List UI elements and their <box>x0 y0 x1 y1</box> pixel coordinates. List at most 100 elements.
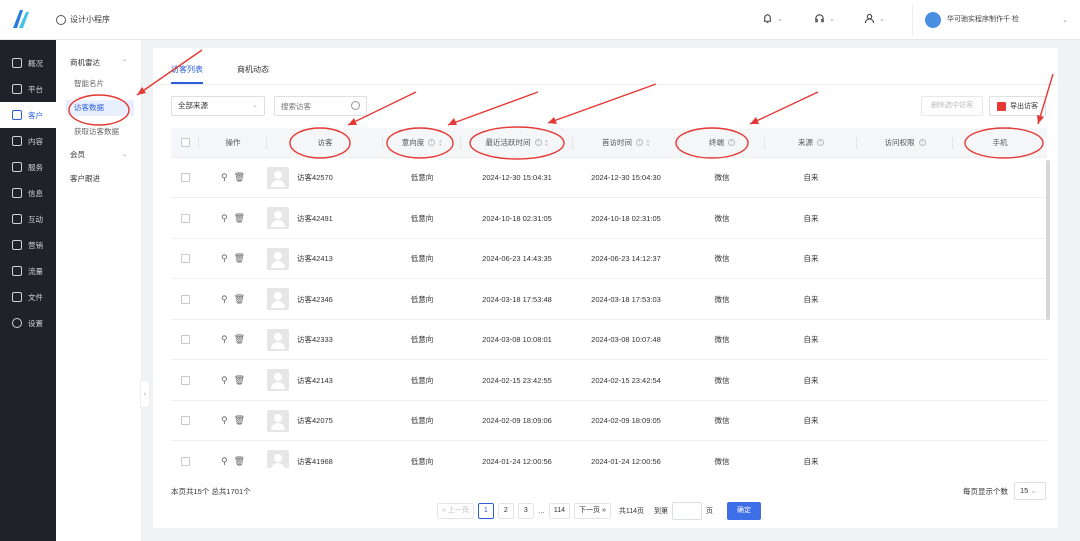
delete-icon[interactable]: 🗑︎ <box>234 334 245 345</box>
nav-item-overview[interactable]: 概况 <box>0 50 56 76</box>
col-intent[interactable]: 意向度 i ▲ ▼ <box>383 128 461 157</box>
delete-icon[interactable]: 🗑︎ <box>234 213 245 224</box>
page-button[interactable]: 114 <box>548 503 571 519</box>
nav-item-traffic[interactable]: 流量 <box>0 258 56 284</box>
view-icon[interactable]: ⚲ <box>221 253 228 264</box>
visitor-name[interactable]: 访客42333 <box>297 334 333 345</box>
visitor-name[interactable]: 访客42075 <box>297 415 333 426</box>
confirm-button[interactable]: 确定 <box>727 502 762 520</box>
view-icon[interactable]: ⚲ <box>221 375 228 386</box>
visitor-name[interactable]: 访客42491 <box>297 213 333 224</box>
delete-icon[interactable]: 🗑︎ <box>234 172 245 183</box>
main-card: 访客列表 商机动态 全部来源⌄ 删除选中访客 导出访客 操作 访客 意向度i▲▼… <box>153 48 1058 528</box>
tab-opportunity[interactable]: 商机动态 <box>237 58 269 84</box>
search-icon[interactable] <box>351 101 360 110</box>
nav-item-interact[interactable]: 互动 <box>0 206 56 232</box>
app-title[interactable]: 设计小程序 <box>56 14 110 25</box>
delete-icon[interactable]: 🗑︎ <box>234 253 245 264</box>
collapse-sidebar-handle[interactable]: ‹ <box>140 380 150 408</box>
nav-item-content[interactable]: 内容 <box>0 128 56 154</box>
table-row[interactable]: ⚲ 🗑︎ 访客42570 低意向 2024-12-30 15:04:31 2024-12-… <box>171 158 1047 198</box>
view-icon[interactable]: ⚲ <box>221 172 228 183</box>
first-visit-cell: 2024-01-24 12:00:56 <box>591 456 661 466</box>
sort-icon[interactable]: ▲ ▼ <box>646 138 650 147</box>
permission-cell <box>857 280 953 319</box>
nav-item-service[interactable]: 服务 <box>0 154 56 180</box>
table-header: 操作 访客 意向度 i ▲ ▼ 最近活跃时间 i ▲ ▼ 首访时间 i ▲ ▼ 终端 i 来源 i 访… <box>171 128 1047 158</box>
row-checkbox[interactable] <box>180 294 190 304</box>
row-checkbox[interactable] <box>180 375 190 385</box>
next-page-button[interactable]: 下一页 » <box>574 503 611 519</box>
row-checkbox[interactable] <box>180 416 190 425</box>
source-select[interactable]: 全部来源 ⌄ <box>171 96 265 116</box>
table-row[interactable]: ⚲ 🗑︎ 访客41968 低意向 2024-01-24 12:00:56 2024-01-… <box>171 442 1047 469</box>
tab-visitor-list[interactable]: 访客列表 <box>171 58 203 84</box>
visitor-cell: 访客42075 <box>267 401 383 440</box>
table-row[interactable]: ⚲ 🗑︎ 访客42413 低意向 2024-06-23 14:43:35 2024-06-… <box>171 239 1047 279</box>
visitor-name[interactable]: 访客41968 <box>297 456 333 467</box>
select-all-checkbox[interactable] <box>180 138 190 147</box>
source-cell: 自来 <box>803 254 819 263</box>
page-button[interactable]: 3 <box>517 503 534 519</box>
subnav-item-visitor-data[interactable]: 访客数据 <box>56 96 141 120</box>
row-checkbox[interactable] <box>180 213 190 223</box>
nav-item-files[interactable]: 文件 <box>0 284 56 310</box>
page-button[interactable]: 1 <box>477 503 494 519</box>
page-button[interactable]: 2 <box>497 503 514 519</box>
col-first-visit[interactable]: 首访时间 i ▲ ▼ <box>573 128 679 157</box>
bell-icon[interactable]: ⌄ <box>762 13 783 24</box>
visitor-name[interactable]: 访客42570 <box>297 172 333 183</box>
row-checkbox[interactable] <box>180 335 190 344</box>
table-scrollbar[interactable] <box>1046 160 1050 320</box>
table-row[interactable]: ⚲ 🗑︎ 访客42346 低意向 2024-03-18 17:53:48 2024-03-… <box>171 280 1047 320</box>
sort-icon[interactable]: ▲ ▼ <box>438 138 442 147</box>
visitor-name[interactable]: 访客42143 <box>297 375 333 386</box>
col-last-active[interactable]: 最近活跃时间 i ▲ ▼ <box>461 128 573 157</box>
subnav-item-card[interactable]: 智能名片 <box>56 72 141 96</box>
export-button[interactable]: 导出访客 <box>989 96 1046 116</box>
table-row[interactable]: ⚲ 🗑︎ 访客42491 低意向 2024-10-18 02:31:05 2024-10-… <box>171 199 1047 239</box>
phone-cell <box>953 239 1047 278</box>
subnav-group-member[interactable]: 会员 ⌄ <box>56 144 141 164</box>
row-select-cell <box>171 280 199 319</box>
goto-page-input[interactable] <box>672 502 703 520</box>
view-icon[interactable]: ⚲ <box>221 213 228 224</box>
sort-icon[interactable]: ▲ ▼ <box>545 138 549 147</box>
table-row[interactable]: ⚲ 🗑︎ 访客42143 低意向 2024-02-15 23:42:55 2024-02-… <box>171 361 1047 401</box>
subnav-group-followup[interactable]: 客户跟进 <box>56 168 141 188</box>
subnav-item-get-visitor-data[interactable]: 获取访客数据 <box>56 120 141 144</box>
user-icon[interactable]: ⌄ <box>864 13 885 24</box>
row-checkbox[interactable] <box>180 456 190 466</box>
row-checkbox[interactable] <box>180 254 190 263</box>
tab-bar: 访客列表 商机动态 <box>171 58 269 84</box>
search-input[interactable] <box>281 97 351 115</box>
row-checkbox[interactable] <box>180 173 190 182</box>
tab-divider <box>153 84 1058 85</box>
permission-cell <box>857 442 953 469</box>
prev-page-button[interactable]: « 上一页 <box>437 503 474 519</box>
headset-icon[interactable]: ⌄ <box>814 13 835 24</box>
view-icon[interactable]: ⚲ <box>221 294 228 305</box>
table-row[interactable]: ⚲ 🗑︎ 访客42333 低意向 2024-03-08 10:08:01 2024-03-… <box>171 320 1047 360</box>
app-icon <box>56 14 66 25</box>
view-icon[interactable]: ⚲ <box>221 334 228 345</box>
per-page-select[interactable]: 15 ⌄ <box>1014 482 1046 500</box>
nav-item-customer[interactable]: 客户 <box>0 102 56 128</box>
nav-item-message[interactable]: 信息 <box>0 180 56 206</box>
account-menu[interactable]: 华可驰实程序制作千 检 ⌄ <box>912 4 1080 36</box>
delete-selected-button[interactable]: 删除选中访客 <box>921 96 983 116</box>
nav-item-marketing[interactable]: 营销 <box>0 232 56 258</box>
subnav-group-radar[interactable]: 商机雷达 ⌃ <box>56 52 141 72</box>
visitor-name[interactable]: 访客42413 <box>297 253 333 264</box>
delete-icon[interactable]: 🗑︎ <box>234 456 245 467</box>
sub-sidebar: 商机雷达 ⌃ 智能名片 访客数据 获取访客数据 会员 ⌄ 客户跟进 <box>56 40 142 541</box>
view-icon[interactable]: ⚲ <box>221 456 228 467</box>
delete-icon[interactable]: 🗑︎ <box>234 294 245 305</box>
delete-icon[interactable]: 🗑︎ <box>234 415 245 426</box>
nav-item-settings[interactable]: 设置 <box>0 310 56 336</box>
table-row[interactable]: ⚲ 🗑︎ 访客42075 低意向 2024-02-09 18:09:06 2024-02-… <box>171 401 1047 441</box>
view-icon[interactable]: ⚲ <box>221 415 228 426</box>
delete-icon[interactable]: 🗑︎ <box>234 375 245 386</box>
nav-item-platform[interactable]: 平台 <box>0 76 56 102</box>
visitor-name[interactable]: 访客42346 <box>297 294 333 305</box>
